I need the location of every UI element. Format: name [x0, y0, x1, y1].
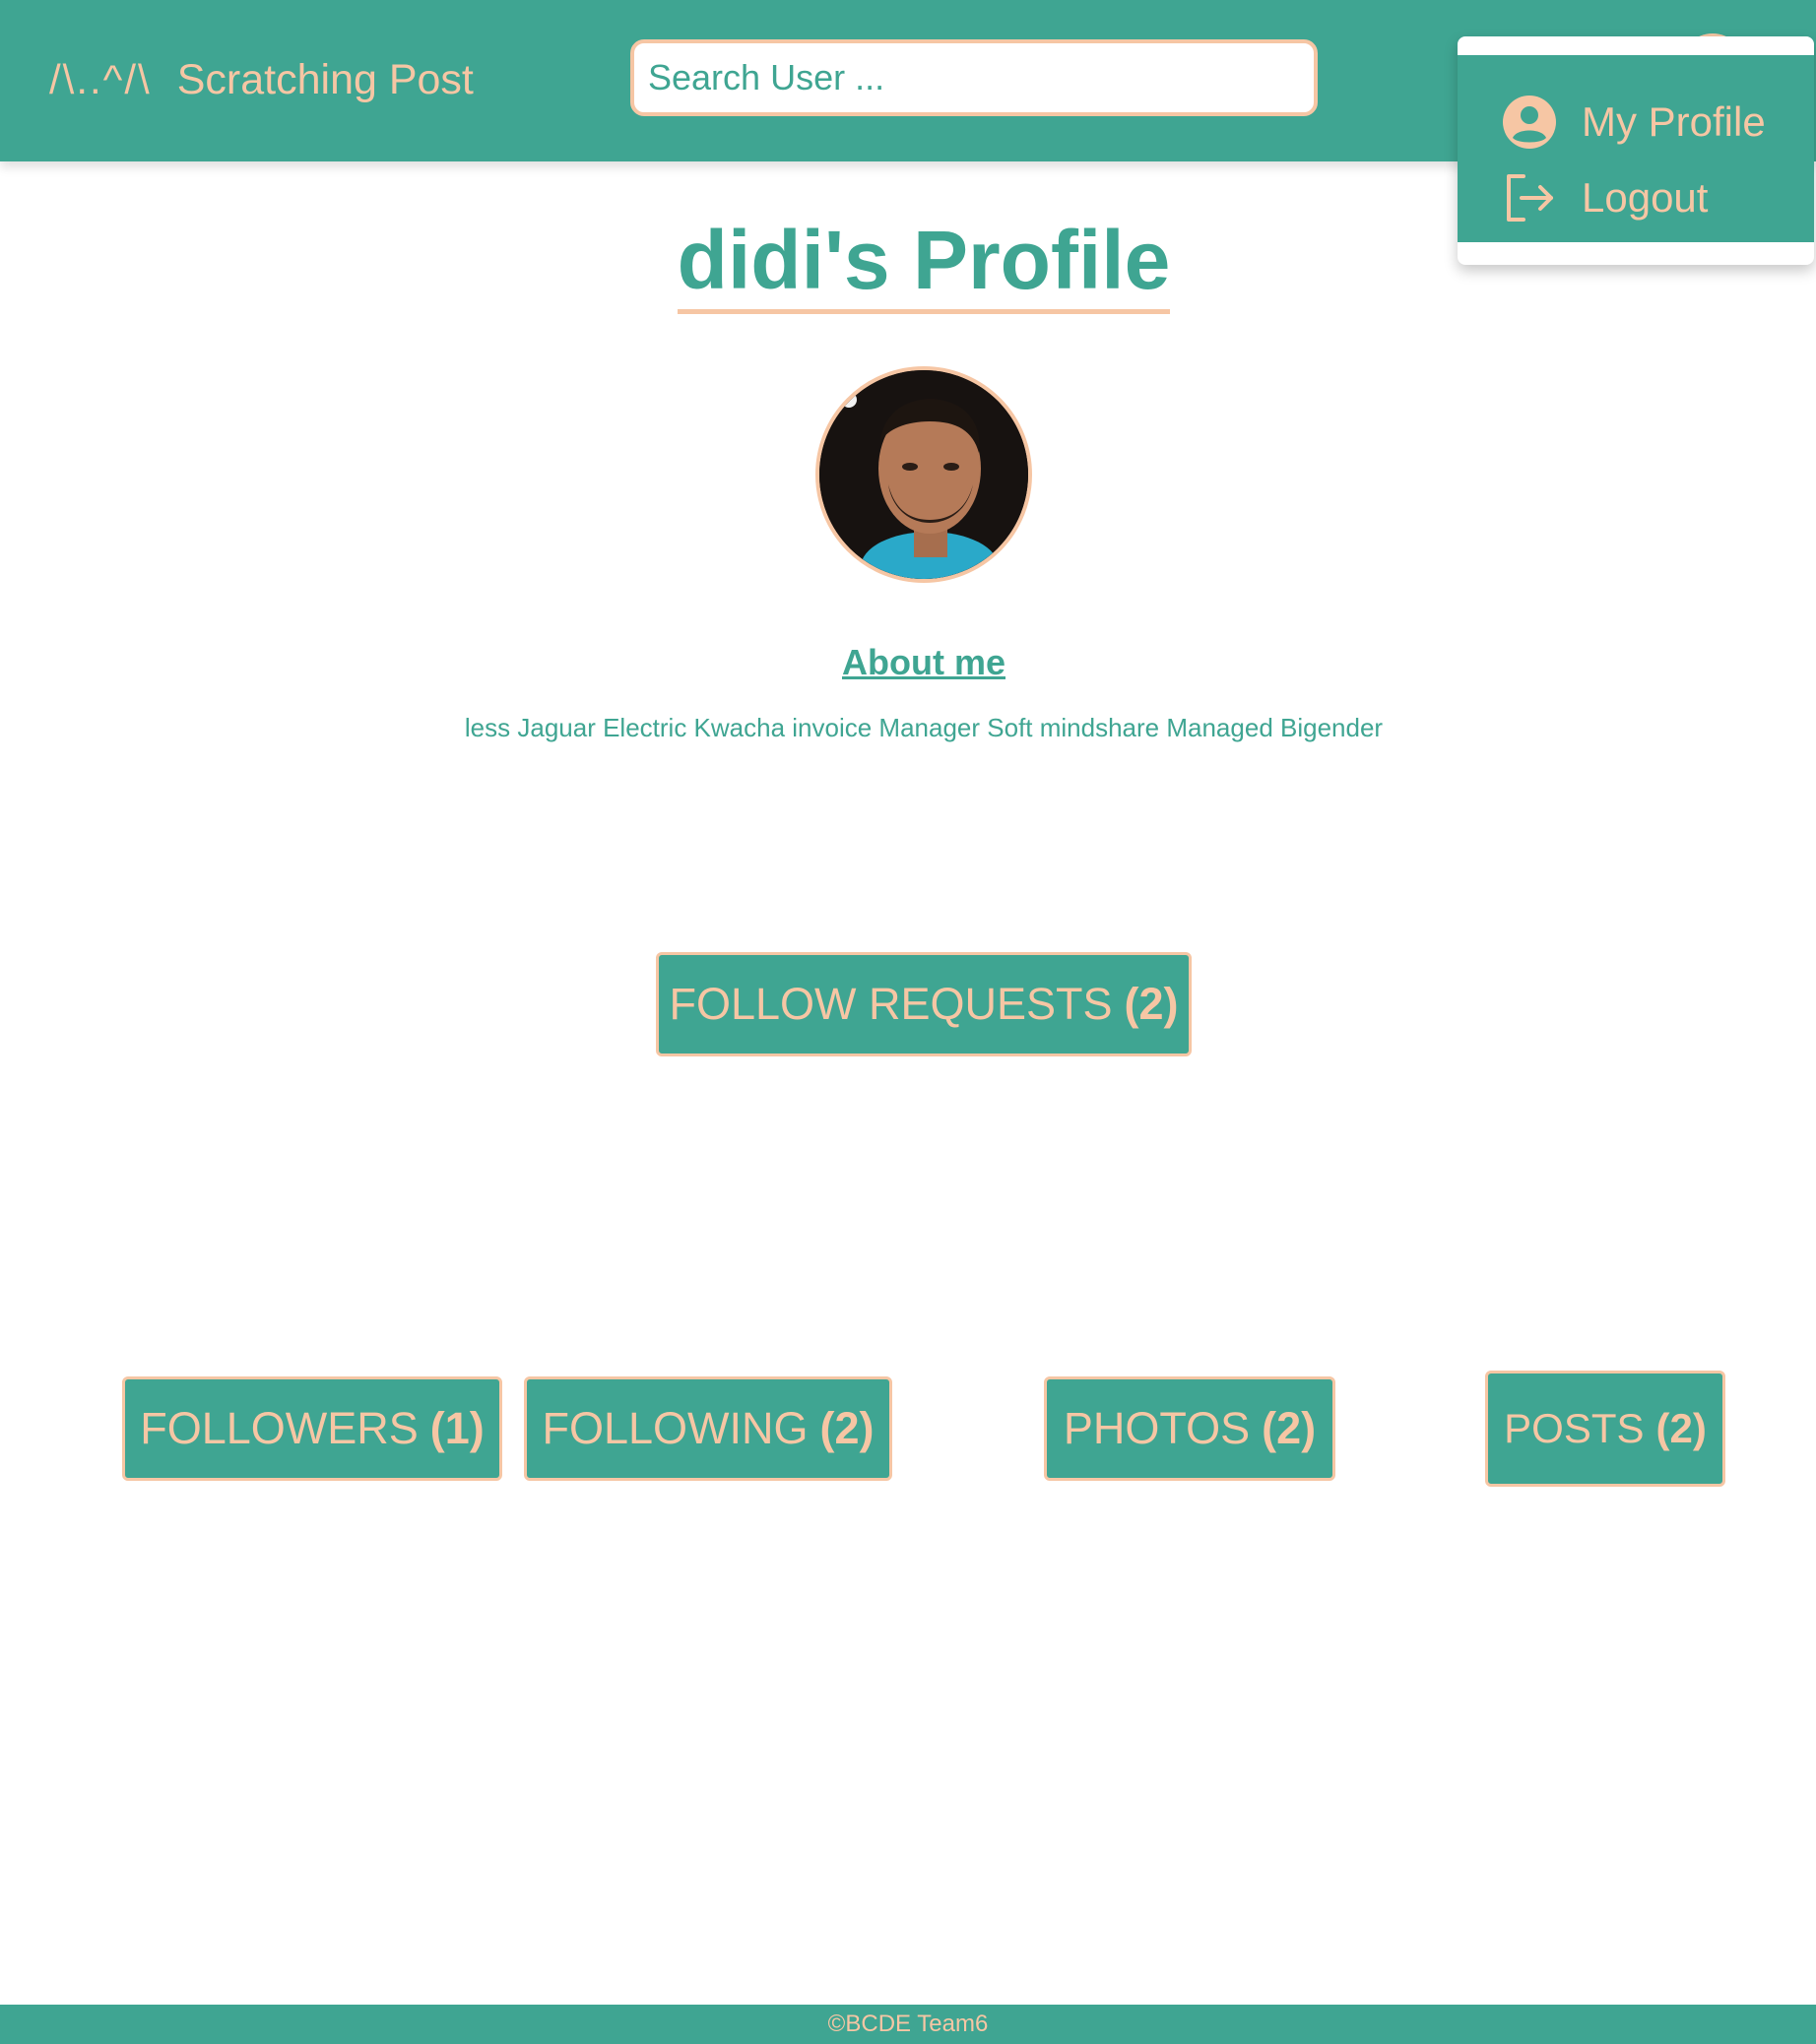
menu-item-my-profile[interactable]: My Profile [1501, 88, 1766, 157]
page-title-text: didi's Profile [677, 211, 1171, 314]
user-circle-icon [1501, 94, 1558, 151]
followers-button[interactable]: FOLLOWERS (1) [122, 1376, 502, 1481]
profile-avatar [815, 366, 1032, 583]
search-user-input[interactable] [630, 39, 1318, 116]
footer-text: ©BCDE Team6 [827, 2011, 989, 2037]
follow-requests-button[interactable]: FOLLOW REQUESTS (2) [656, 952, 1192, 1056]
menu-item-label: My Profile [1582, 98, 1766, 145]
button-label: FOLLOWING [542, 1403, 809, 1453]
brand-link[interactable]: /\..^/\ Scratching Post [49, 49, 474, 110]
button-label: POSTS [1504, 1405, 1645, 1451]
button-count: (2) [1262, 1403, 1317, 1453]
button-label: FOLLOW REQUESTS [669, 979, 1113, 1029]
photos-button[interactable]: PHOTOS (2) [1044, 1376, 1335, 1481]
button-count: (2) [819, 1403, 875, 1453]
following-button[interactable]: FOLLOWING (2) [524, 1376, 892, 1481]
button-count: (1) [429, 1403, 485, 1453]
brand-logo: /\..^/\ [49, 56, 152, 102]
button-count: (2) [1124, 979, 1179, 1029]
posts-button[interactable]: POSTS (2) [1485, 1371, 1725, 1487]
button-label: FOLLOWERS [140, 1403, 419, 1453]
brand-name: Scratching Post [176, 55, 474, 103]
about-heading: About me [842, 642, 1005, 682]
button-count: (2) [1655, 1405, 1707, 1451]
page-title: didi's Profile [0, 211, 1816, 314]
button-label: PHOTOS [1063, 1403, 1251, 1453]
footer: ©BCDE Team6 [0, 2005, 1816, 2044]
about-text: less Jaguar Electric Kwacha invoice Mana… [464, 713, 1384, 742]
